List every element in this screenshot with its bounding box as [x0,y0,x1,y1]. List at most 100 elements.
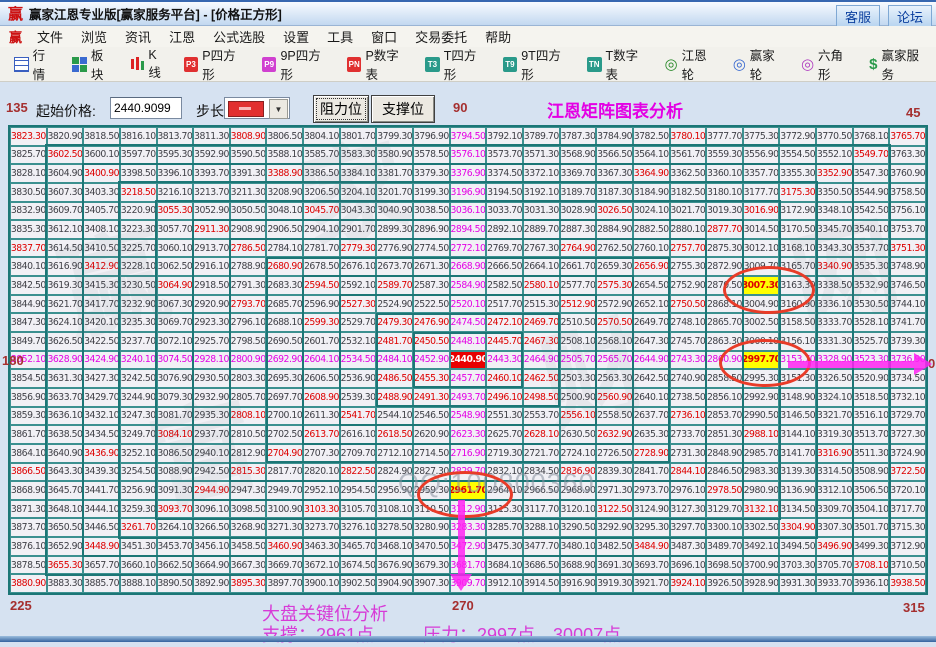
matrix-cell: 3693.70 [633,556,670,575]
matrix-cell: 3866.50 [10,463,47,482]
toolbar-item-label: 9T四方形 [521,45,572,83]
matrix-cell: 2844.10 [670,463,707,482]
matrix-cell: 3028.90 [560,202,597,221]
matrix-cell: 2856.10 [706,388,743,407]
matrix-cell: 2724.10 [560,444,597,463]
matrix-cell: 2680.90 [266,257,303,276]
forum-button[interactable]: 论坛 [888,5,932,27]
matrix-cell: 3348.10 [816,202,853,221]
matrix-cell: 3835.30 [10,220,47,239]
matrix-cell: 2678.50 [303,257,340,276]
toolbar-item-9p-square[interactable]: P99P四方形 [256,45,338,83]
toolbar-item-p-number-table[interactable]: PNP数字表 [341,45,416,83]
menu-item-settings[interactable]: 设置 [274,27,318,46]
matrix-cell: 3638.50 [47,425,84,444]
support-button[interactable]: 支撑位 [371,95,435,123]
matrix-cell: 3033.70 [486,202,523,221]
matrix-cell: 2908.90 [230,220,267,239]
menu-item-tools[interactable]: 工具 [318,27,362,46]
toolbar-item-winner-service[interactable]: $赢家服务 [863,45,936,83]
matrix-cell: 3770.50 [816,127,853,146]
toolbar-item-t-square[interactable]: T3T四方形 [419,45,494,83]
toolbar-item-hexagon[interactable]: ◎六角形 [795,45,860,83]
matrix-cell: 3328.90 [816,351,853,370]
resistance-button[interactable]: 阻力位 [313,95,369,123]
customer-service-button[interactable]: 客服 [836,5,880,27]
matrix-cell: 3304.90 [779,518,816,537]
toolbar-item-label: 板块 [91,45,115,83]
matrix-cell: 3928.90 [743,574,780,593]
matrix-cell: 2995.30 [743,369,780,388]
menu-item-news[interactable]: 资讯 [116,27,160,46]
toolbar-item-9t-square[interactable]: T99T四方形 [497,45,578,83]
matrix-cell: 2887.30 [560,220,597,239]
menu-item-file[interactable]: 文件 [28,27,72,46]
matrix-cell: 3019.30 [706,202,743,221]
matrix-cell: 3772.90 [779,127,816,146]
step-color-swatch [228,101,264,117]
toolbar-item-winner-wheel[interactable]: ◎赢家轮 [727,45,792,83]
matrix-cell: 2544.10 [376,407,413,426]
matrix-cell: 3184.90 [633,183,670,202]
matrix-cell: 2587.30 [413,276,450,295]
matrix-cell: 3067.30 [157,295,194,314]
start-price-input[interactable] [110,97,182,119]
matrix-cell: 3458.50 [230,537,267,556]
toolbar-item-market-quotes[interactable]: 行情 [8,45,63,83]
matrix-cell: 3576.10 [450,146,487,165]
matrix-cell: 2937.70 [193,425,230,444]
matrix-cell: 3048.10 [266,202,303,221]
title-bar: 赢 赢家江恩专业版[赢家服务平台] - [价格正方形] 客服 论坛 [0,0,936,26]
matrix-cell: 2860.90 [706,351,743,370]
toolbar-item-sectors[interactable]: 板块 [66,45,121,83]
matrix-cell: 2817.70 [266,463,303,482]
matrix-cell: 3748.90 [889,257,926,276]
matrix-cell: 3158.50 [779,313,816,332]
matrix-cell: 3830.50 [10,183,47,202]
matrix-cell: 3909.70 [450,574,487,593]
app-logo-icon: 赢 [8,3,23,24]
matrix-cell: 2868.10 [706,295,743,314]
matrix-cell: 3676.90 [376,556,413,575]
matrix-cell: 2668.90 [450,257,487,276]
matrix-cell: 3204.10 [340,183,377,202]
matrix-cell: 3756.10 [889,202,926,221]
matrix-cell: 2445.70 [486,332,523,351]
matrix-cell: 3832.90 [10,202,47,221]
toolbar-item-t-number-table[interactable]: TNT数字表 [581,45,656,83]
matrix-cell: 2596.90 [303,295,340,314]
menu-item-help[interactable]: 帮助 [476,27,520,46]
matrix-cell: 2968.90 [560,481,597,500]
menu-item-trade-entrust[interactable]: 交易委托 [406,27,476,46]
chevron-down-icon[interactable]: ▼ [269,99,288,119]
toolbar-item-kline[interactable]: K线 [124,48,175,81]
menu-item-formula-stock-pick[interactable]: 公式选股 [204,27,274,46]
toolbar-item-gann-wheel[interactable]: ◎江恩轮 [658,45,723,83]
matrix-cell: 3573.70 [486,146,523,165]
matrix-cell: 2532.10 [340,332,377,351]
matrix-cell: 2781.70 [303,239,340,258]
menu-item-browse[interactable]: 浏览 [72,27,116,46]
matrix-cell: 3789.70 [523,127,560,146]
matrix-cell: 3060.10 [157,239,194,258]
matrix-cell: 3410.50 [83,239,120,258]
matrix-cell: 3664.90 [193,556,230,575]
matrix-cell: 2520.10 [450,295,487,314]
matrix-cell: 3936.10 [853,574,890,593]
matrix-cell: 3441.70 [83,481,120,500]
menu-item-window[interactable]: 窗口 [362,27,406,46]
matrix-cell: 3652.90 [47,537,84,556]
matrix-cell: 3799.30 [376,127,413,146]
matrix-cell: 3285.70 [486,518,523,537]
toolbar-item-p-square[interactable]: P3P四方形 [178,45,253,83]
matrix-cell: 3672.10 [303,556,340,575]
matrix-cell: 2755.30 [670,257,707,276]
matrix-cell: 2913.70 [193,239,230,258]
matrix-cell: 3806.50 [266,127,303,146]
menu-item-gann[interactable]: 江恩 [160,27,204,46]
matrix-cell: 2692.90 [266,351,303,370]
step-select[interactable]: ▼ [224,97,290,119]
matrix-cell: 3650.50 [47,518,84,537]
matrix-cell: 2964.10 [486,481,523,500]
winner-service-icon: $ [869,57,877,72]
